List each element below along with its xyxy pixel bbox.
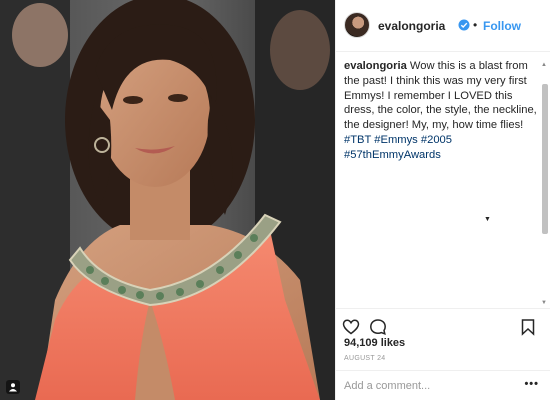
- post-photo[interactable]: [0, 0, 335, 400]
- avatar[interactable]: [344, 12, 370, 38]
- person-tag-icon[interactable]: [6, 380, 20, 394]
- verified-badge-icon: [458, 19, 470, 31]
- comments-scrollbar[interactable]: ▲ ▼: [540, 62, 550, 306]
- follow-button[interactable]: Follow: [483, 19, 521, 33]
- more-options-icon[interactable]: •••: [524, 378, 539, 390]
- hashtag-link[interactable]: #Emmys: [374, 134, 418, 146]
- likes-count[interactable]: 94,109 likes: [344, 337, 405, 349]
- post-side-panel: evalongoria • Follow evalongoria Wow thi…: [335, 0, 550, 400]
- username-link[interactable]: evalongoria: [378, 19, 445, 33]
- post-header: evalongoria • Follow: [336, 0, 550, 52]
- scroll-up-icon[interactable]: ▲: [541, 62, 547, 68]
- post-caption: evalongoria Wow this is a blast from the…: [344, 59, 540, 163]
- hashtag-link[interactable]: #TBT: [344, 134, 371, 146]
- speech-bubble-icon[interactable]: [369, 318, 387, 336]
- post-actions: [336, 308, 550, 338]
- heart-icon[interactable]: [342, 318, 360, 336]
- comment-bar: •••: [336, 370, 550, 400]
- scroll-down-icon[interactable]: ▼: [541, 300, 547, 306]
- hashtag-link[interactable]: #57thEmmyAwards: [344, 149, 441, 161]
- bookmark-icon[interactable]: [519, 318, 537, 336]
- photo-illustration: [0, 0, 335, 400]
- header-separator: •: [473, 18, 478, 32]
- post-date[interactable]: August 24: [344, 355, 385, 362]
- hashtag-link[interactable]: #2005: [421, 134, 452, 146]
- caption-author-link[interactable]: evalongoria: [344, 60, 407, 72]
- caret-down-icon: ▼: [484, 216, 491, 223]
- scrollbar-thumb[interactable]: [542, 84, 548, 234]
- comment-input[interactable]: [342, 378, 516, 394]
